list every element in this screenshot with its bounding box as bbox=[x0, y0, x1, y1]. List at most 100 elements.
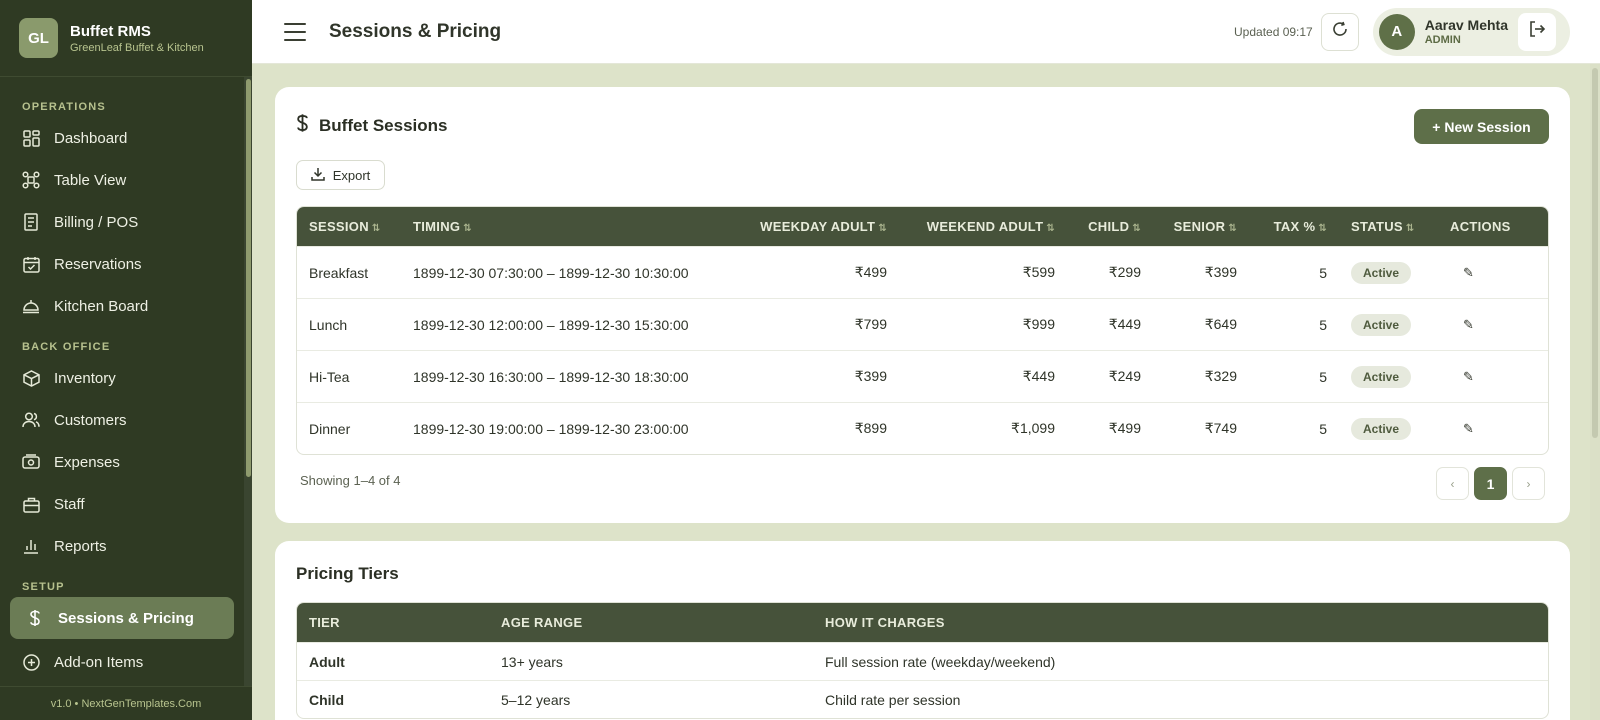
cell-weekday: ₹899 bbox=[731, 402, 899, 454]
nav-section-setup: SETUP bbox=[22, 581, 65, 593]
sidebar-item-expenses[interactable]: Expenses bbox=[0, 441, 244, 483]
col-weekday-adult[interactable]: WEEKDAY ADULT ⇅ bbox=[731, 207, 899, 246]
cell-tier: Adult bbox=[297, 642, 489, 680]
dollar-icon bbox=[296, 113, 309, 138]
col-session[interactable]: SESSION ⇅ bbox=[297, 207, 401, 246]
nav-section-operations: OPERATIONS bbox=[22, 101, 106, 113]
cell-weekend: ₹999 bbox=[899, 298, 1067, 350]
export-label: Export bbox=[332, 167, 371, 183]
col-tax[interactable]: TAX % ⇅ bbox=[1249, 207, 1339, 246]
sort-icon[interactable]: ⇅ bbox=[1046, 223, 1055, 234]
edit-icon[interactable]: ✎ bbox=[1463, 369, 1474, 385]
sidebar-item-billing[interactable]: Billing / POS bbox=[0, 201, 244, 243]
table-row: Adult 13+ years Full session rate (weekd… bbox=[297, 642, 1548, 680]
sidebar-footer: v1.0 • NextGenTemplates.Com bbox=[0, 686, 252, 720]
brand[interactable]: GL Buffet RMS GreenLeaf Buffet & Kitchen bbox=[0, 0, 252, 77]
sort-icon[interactable]: ⇅ bbox=[372, 223, 381, 234]
cell-timing: 1899-12-30 16:30:00 – 1899-12-30 18:30:0… bbox=[401, 350, 731, 402]
sort-icon[interactable]: ⇅ bbox=[1406, 223, 1415, 234]
sidebar-nav: OPERATIONS Dashboard Table View Billing … bbox=[0, 77, 244, 686]
menu-icon[interactable] bbox=[284, 22, 306, 41]
sidebar-item-label: Customers bbox=[54, 411, 127, 429]
cell-weekday: ₹499 bbox=[731, 246, 899, 298]
refresh-button[interactable] bbox=[1320, 12, 1359, 51]
cell-session: Dinner bbox=[297, 402, 401, 454]
table-row[interactable]: Lunch 1899-12-30 12:00:00 – 1899-12-30 1… bbox=[297, 298, 1548, 350]
nav-section-back-office: BACK OFFICE bbox=[22, 341, 111, 353]
cell-senior: ₹649 bbox=[1153, 298, 1249, 350]
edit-icon[interactable]: ✎ bbox=[1463, 265, 1474, 281]
main-scroll-thumb[interactable] bbox=[1592, 68, 1598, 438]
table-row[interactable]: Breakfast 1899-12-30 07:30:00 – 1899-12-… bbox=[297, 246, 1548, 298]
users-icon bbox=[22, 411, 40, 429]
table-row: Child 5–12 years Child rate per session bbox=[297, 680, 1548, 718]
status-badge: Active bbox=[1351, 417, 1412, 440]
sort-icon[interactable]: ⇅ bbox=[1132, 223, 1141, 234]
cell-status: Active bbox=[1339, 350, 1438, 402]
sidebar-scroll-thumb[interactable] bbox=[246, 79, 251, 477]
sidebar-item-sessions-pricing[interactable]: Sessions & Pricing bbox=[10, 597, 234, 639]
sidebar-item-add-on-items[interactable]: Add-on Items bbox=[0, 641, 244, 683]
page-button-current[interactable]: 1 bbox=[1474, 467, 1507, 500]
topbar: Sessions & Pricing Updated 09:17 A Aarav… bbox=[252, 0, 1600, 64]
table-row[interactable]: Dinner 1899-12-30 19:00:00 – 1899-12-30 … bbox=[297, 402, 1548, 454]
user-menu[interactable]: A Aarav Mehta ADMIN bbox=[1372, 7, 1570, 56]
export-button[interactable]: Export bbox=[296, 160, 385, 190]
sidebar-item-kitchen-board[interactable]: Kitchen Board bbox=[0, 285, 244, 327]
calendar-icon bbox=[22, 255, 40, 273]
updated-time: Updated 09:17 bbox=[1234, 24, 1313, 39]
sort-icon[interactable]: ⇅ bbox=[1228, 223, 1237, 234]
sidebar-item-label: Reservations bbox=[54, 255, 142, 273]
prev-page-button[interactable]: ‹ bbox=[1436, 467, 1469, 500]
sidebar-item-dashboard[interactable]: Dashboard bbox=[0, 117, 244, 159]
cell-tax: 5 bbox=[1249, 350, 1339, 402]
sidebar-item-customers[interactable]: Customers bbox=[0, 399, 244, 441]
sidebar-item-label: Kitchen Board bbox=[54, 297, 149, 315]
briefcase-icon bbox=[22, 495, 40, 513]
logout-icon bbox=[1528, 20, 1546, 43]
sidebar-item-inventory[interactable]: Inventory bbox=[0, 357, 244, 399]
cell-session: Breakfast bbox=[297, 246, 401, 298]
user-role: ADMIN bbox=[1424, 34, 1461, 46]
col-senior[interactable]: SENIOR ⇅ bbox=[1153, 207, 1249, 246]
status-badge: Active bbox=[1351, 365, 1412, 388]
edit-icon[interactable]: ✎ bbox=[1463, 317, 1474, 333]
col-child[interactable]: CHILD ⇅ bbox=[1067, 207, 1153, 246]
sort-icon[interactable]: ⇅ bbox=[463, 223, 472, 234]
col-how-it-charges: HOW IT CHARGES bbox=[813, 603, 1548, 642]
logout-button[interactable] bbox=[1518, 12, 1556, 51]
col-timing[interactable]: TIMING ⇅ bbox=[401, 207, 731, 246]
col-tier: TIER bbox=[297, 603, 489, 642]
sidebar-item-reports[interactable]: Reports bbox=[0, 525, 244, 567]
sort-icon[interactable]: ⇅ bbox=[1318, 223, 1327, 234]
cell-charge: Child rate per session bbox=[813, 680, 1548, 718]
pricing-tiers-table: TIER AGE RANGE HOW IT CHARGES Adult 13+ … bbox=[296, 602, 1549, 719]
edit-icon[interactable]: ✎ bbox=[1463, 421, 1474, 437]
card-header: Buffet Sessions bbox=[296, 113, 447, 138]
cell-age: 5–12 years bbox=[489, 680, 813, 718]
next-page-button[interactable]: › bbox=[1512, 467, 1545, 500]
new-session-button[interactable]: + New Session bbox=[1414, 109, 1549, 144]
sidebar-item-label: Inventory bbox=[54, 369, 116, 387]
sidebar-item-reservations[interactable]: Reservations bbox=[0, 243, 244, 285]
plus-circle-icon bbox=[22, 653, 40, 671]
cell-weekend: ₹449 bbox=[899, 350, 1067, 402]
dollar-icon bbox=[26, 609, 44, 627]
sidebar-item-label: Expenses bbox=[54, 453, 120, 471]
sidebar-item-table-view[interactable]: Table View bbox=[0, 159, 244, 201]
sort-icon[interactable]: ⇅ bbox=[878, 223, 887, 234]
table-row[interactable]: Hi-Tea 1899-12-30 16:30:00 – 1899-12-30 … bbox=[297, 350, 1548, 402]
cell-session: Lunch bbox=[297, 298, 401, 350]
col-weekend-adult[interactable]: WEEKEND ADULT ⇅ bbox=[899, 207, 1067, 246]
download-icon bbox=[310, 167, 325, 184]
cell-weekday: ₹799 bbox=[731, 298, 899, 350]
cell-status: Active bbox=[1339, 402, 1438, 454]
sidebar-item-staff[interactable]: Staff bbox=[0, 483, 244, 525]
wallet-icon bbox=[22, 453, 40, 471]
sidebar-item-label: Table View bbox=[54, 171, 127, 189]
refresh-icon bbox=[1332, 21, 1348, 42]
cell-child: ₹299 bbox=[1067, 246, 1153, 298]
bar-chart-icon bbox=[22, 537, 40, 555]
tables-icon bbox=[22, 171, 40, 189]
col-status[interactable]: STATUS ⇅ bbox=[1339, 207, 1438, 246]
